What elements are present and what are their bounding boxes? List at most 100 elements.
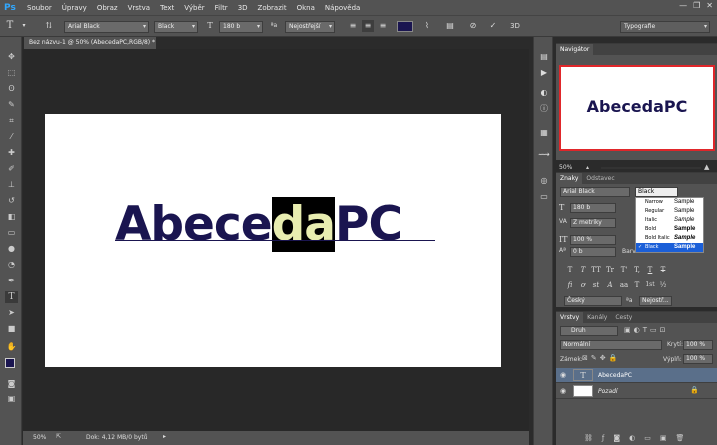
align-center-icon[interactable]: ≡ — [362, 20, 374, 32]
titling-alternates-button[interactable]: T — [631, 280, 643, 290]
hand-tool-icon[interactable]: ✋ — [5, 341, 18, 353]
small-caps-button[interactable]: Tr — [604, 265, 616, 275]
type-tool-preset-icon[interactable]: T — [4, 20, 16, 32]
chevron-down-icon[interactable]: ▾ — [18, 20, 30, 32]
superscript-button[interactable]: T' — [618, 265, 630, 275]
document-tab[interactable]: Bez názvu-1 @ 50% (AbecedaPC,RGB/8) * — [24, 37, 156, 49]
contextual-alternates-button[interactable]: st — [590, 280, 602, 290]
menu-3d[interactable]: 3D — [233, 4, 253, 12]
menu-obraz[interactable]: Obraz — [92, 4, 123, 12]
zoom-slider[interactable] — [601, 167, 701, 169]
layer-row-background[interactable]: ◉ Pozadí 🔒 — [556, 384, 717, 399]
lock-icons[interactable]: ⊠✎✥🔒 — [582, 354, 620, 362]
dodge-tool-icon[interactable]: ◔ — [5, 259, 18, 271]
tab-navigator[interactable]: Navigátor — [556, 44, 594, 55]
visibility-eye-icon[interactable]: ◉ — [560, 371, 566, 379]
move-tool-icon[interactable]: ✥ — [5, 51, 18, 63]
visibility-eye-icon[interactable]: ◉ — [560, 387, 566, 395]
restore-icon[interactable]: ❐ — [693, 1, 700, 10]
canvas-text[interactable]: AbecedaPC — [115, 196, 403, 254]
marquee-tool-icon[interactable]: ⬚ — [5, 67, 18, 79]
eyedropper-tool-icon[interactable]: ⁄ — [5, 131, 18, 143]
gradient-tool-icon[interactable]: ▭ — [5, 227, 18, 239]
actions-icon[interactable]: ▶ — [538, 67, 550, 79]
ligatures-button[interactable]: fi — [564, 280, 576, 290]
status-arrow-icon[interactable]: ▸ — [163, 433, 166, 440]
canvas[interactable]: AbecedaPC — [45, 114, 501, 367]
warp-text-icon[interactable]: ⌇ — [421, 20, 433, 32]
char-vertical-scale[interactable]: 100 % — [570, 235, 616, 245]
navigator-preview[interactable]: AbecedaPC — [559, 65, 715, 151]
menu-vyber[interactable]: Výběr — [179, 4, 209, 12]
navigator-zoom[interactable]: 50% — [559, 164, 572, 171]
crop-tool-icon[interactable]: ⌗ — [5, 115, 18, 127]
fractions-button[interactable]: ½ — [657, 280, 669, 290]
pen-tool-icon[interactable]: ✒ — [5, 275, 18, 287]
layer-filter-icons[interactable]: ▣◐T▭⊡ — [624, 326, 712, 336]
history-icon[interactable]: ▤ — [538, 51, 550, 63]
type-tool-icon[interactable]: T — [5, 291, 18, 303]
char-kerning[interactable]: Z metriky — [570, 218, 616, 228]
tab-odstavec[interactable]: Odstavec — [582, 173, 618, 184]
adjustments-icon[interactable]: ◐ — [538, 87, 550, 99]
tab-vrstvy[interactable]: Vrstvy — [556, 312, 584, 323]
orientation-toggle-icon[interactable]: ⇅ — [43, 20, 55, 32]
char-baseline[interactable]: 0 b — [570, 247, 616, 257]
font-style-option[interactable]: Bold Italic Sample — [636, 234, 703, 243]
panels-toggle-icon[interactable]: ▤ — [444, 20, 456, 32]
antialias-select[interactable]: Nejostřejší — [285, 21, 335, 33]
tab-znaky[interactable]: Znaky — [556, 173, 583, 184]
ordinals-button[interactable]: 1st — [644, 280, 656, 290]
tab-kanaly[interactable]: Kanály — [583, 312, 611, 323]
char-language[interactable]: Český — [564, 296, 622, 306]
subscript-button[interactable]: T, — [631, 265, 643, 275]
tab-cesty[interactable]: Cesty — [611, 312, 636, 323]
faux-italic-button[interactable]: T — [577, 265, 589, 275]
swatches-icon[interactable]: ▦ — [538, 127, 550, 139]
minimize-icon[interactable]: — — [679, 1, 687, 10]
lasso-tool-icon[interactable]: ʘ — [5, 83, 18, 95]
healing-brush-tool-icon[interactable]: ✚ — [5, 147, 18, 159]
layer-name[interactable]: Pozadí — [598, 388, 618, 395]
commit-edit-icon[interactable]: ✓ — [487, 20, 499, 32]
cancel-edit-icon[interactable]: ⊘ — [467, 20, 479, 32]
font-style-option[interactable]: Bold Sample — [636, 225, 703, 234]
brushes-icon[interactable]: ⟿ — [538, 149, 550, 161]
quick-select-tool-icon[interactable]: ✎ — [5, 99, 18, 111]
font-style-option-selected[interactable]: ✓ Black Sample — [636, 243, 703, 252]
char-font-size[interactable]: 180 b — [570, 203, 616, 213]
menu-napoveda[interactable]: Nápověda — [320, 4, 365, 12]
menu-text[interactable]: Text — [155, 4, 179, 12]
char-antialias[interactable]: Nejostř... — [639, 296, 672, 306]
font-size-select[interactable]: 180 b — [219, 21, 263, 33]
menu-okna[interactable]: Okna — [292, 4, 320, 12]
font-family-select[interactable]: Arial Black — [64, 21, 149, 33]
export-icon[interactable]: ⇱ — [56, 433, 61, 440]
blur-tool-icon[interactable]: ● — [5, 243, 18, 255]
zoom-out-icon[interactable]: ▴ — [586, 164, 598, 171]
char-font-style[interactable]: Black — [635, 187, 678, 197]
close-icon[interactable]: ✕ — [706, 1, 713, 10]
menu-zobrazit[interactable]: Zobrazit — [253, 4, 292, 12]
align-left-icon[interactable]: ≡ — [347, 20, 359, 32]
3d-icon[interactable]: 3D — [509, 20, 521, 32]
align-right-icon[interactable]: ≡ — [377, 20, 389, 32]
clone-source-icon[interactable]: ▭ — [538, 191, 550, 203]
status-zoom[interactable]: 50% — [33, 434, 46, 441]
underline-button[interactable]: T — [644, 265, 656, 275]
blend-mode-select[interactable]: Normální — [560, 340, 662, 350]
history-brush-tool-icon[interactable]: ↺ — [5, 195, 18, 207]
foreground-color-swatch[interactable] — [5, 358, 15, 368]
font-style-option[interactable]: Regular Sample — [636, 207, 703, 216]
layer-row-text[interactable]: ◉ T AbecedaPC — [556, 368, 717, 383]
workspace-select[interactable]: Typografie — [620, 21, 710, 33]
zoom-in-icon[interactable]: ▲ — [704, 163, 709, 171]
layers-footer[interactable]: ⛓ƒ◙◐▭▣🗑 — [556, 431, 717, 445]
stylistic-alternates-button[interactable]: aa — [618, 280, 630, 290]
rectangle-tool-icon[interactable]: ■ — [5, 323, 18, 335]
font-style-select[interactable]: Black — [154, 21, 198, 33]
all-caps-button[interactable]: TT — [590, 265, 602, 275]
menu-filtr[interactable]: Filtr — [210, 4, 233, 12]
screen-mode-icon[interactable]: ▣ — [5, 393, 18, 405]
quick-mask-icon[interactable]: ◙ — [5, 378, 18, 390]
